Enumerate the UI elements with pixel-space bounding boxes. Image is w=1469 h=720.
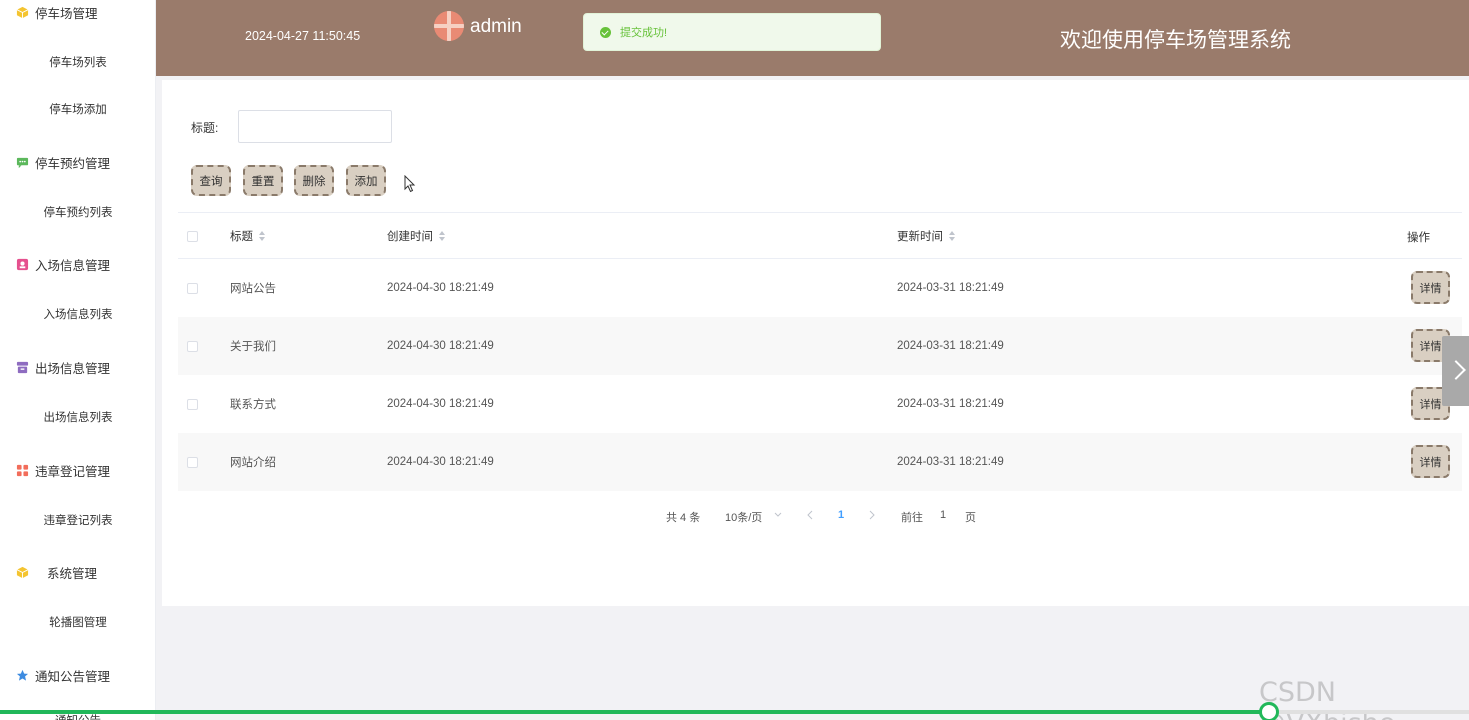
cell-title: 网站介绍 bbox=[230, 457, 276, 469]
table-row: 网站介绍 2024-04-30 18:21:49 2024-03-31 18:2… bbox=[178, 433, 1462, 491]
row-checkbox[interactable] bbox=[187, 341, 198, 352]
cell-updated: 2024-03-31 18:21:49 bbox=[897, 456, 1004, 468]
menu-group-parking[interactable]: 停车场管理 bbox=[0, 0, 155, 24]
sort-icon[interactable] bbox=[259, 230, 266, 242]
star-icon bbox=[16, 669, 29, 681]
sidebar-item-parking-add[interactable]: 停车场添加 bbox=[0, 101, 155, 117]
page-size-select[interactable]: 10条/页 bbox=[725, 509, 762, 524]
column-header-created[interactable]: 创建时间 bbox=[387, 228, 446, 244]
badge-icon bbox=[16, 258, 29, 270]
sort-icon[interactable] bbox=[949, 230, 956, 242]
sort-icon[interactable] bbox=[439, 230, 446, 242]
page-number-current[interactable]: 1 bbox=[838, 509, 844, 523]
progress-knob[interactable] bbox=[1259, 702, 1280, 720]
cell-created: 2024-04-30 18:21:49 bbox=[387, 398, 494, 410]
add-button[interactable]: 添加 bbox=[346, 165, 386, 196]
goto-page-input[interactable]: 1 bbox=[940, 509, 946, 523]
menu-group-label: 停车预约管理 bbox=[35, 156, 111, 171]
page-title: 欢迎使用停车场管理系统 bbox=[1060, 29, 1291, 52]
goto-unit: 页 bbox=[965, 512, 976, 524]
menu-group-label: 停车场管理 bbox=[35, 6, 98, 21]
cell-title: 关于我们 bbox=[230, 341, 276, 353]
column-header-title[interactable]: 标题 bbox=[230, 228, 266, 244]
cell-created: 2024-04-30 18:21:49 bbox=[387, 456, 494, 468]
sidebar: 停车场管理 停车场列表 停车场添加 停车预约管理 停车预约列表 入场信息管理 入… bbox=[0, 0, 156, 720]
cell-title: 联系方式 bbox=[230, 399, 276, 411]
video-progress-bar[interactable] bbox=[0, 702, 1469, 720]
notice-table: 标题 创建时间 更新时间 操作 网站公告 2024-04-30 18:21:49… bbox=[178, 212, 1462, 491]
chat-icon bbox=[16, 157, 29, 168]
mouse-cursor-icon bbox=[404, 175, 416, 193]
row-checkbox[interactable] bbox=[187, 399, 198, 410]
delete-button[interactable]: 删除 bbox=[294, 165, 334, 196]
success-toast: 提交成功! bbox=[583, 13, 881, 51]
sidebar-item-carousel[interactable]: 轮播图管理 bbox=[0, 614, 155, 630]
sidebar-item-violation-list[interactable]: 违章登记列表 bbox=[0, 512, 155, 528]
column-header-actions: 操作 bbox=[1407, 231, 1430, 244]
cell-title: 网站公告 bbox=[230, 283, 276, 295]
cube-icon bbox=[16, 6, 29, 18]
table-row: 关于我们 2024-04-30 18:21:49 2024-03-31 18:2… bbox=[178, 317, 1462, 375]
table-header: 标题 创建时间 更新时间 操作 bbox=[178, 213, 1462, 259]
chevron-down-icon[interactable] bbox=[774, 512, 782, 518]
menu-group-label: 违章登记管理 bbox=[35, 464, 111, 479]
menu-group-label: 出场信息管理 bbox=[35, 361, 111, 376]
detail-button[interactable]: 详情 bbox=[1411, 445, 1450, 478]
table-row: 联系方式 2024-04-30 18:21:49 2024-03-31 18:2… bbox=[178, 375, 1462, 433]
row-checkbox[interactable] bbox=[187, 457, 198, 468]
menu-group-exit[interactable]: 出场信息管理 bbox=[0, 355, 155, 379]
select-all-checkbox[interactable] bbox=[187, 230, 198, 242]
cube-icon bbox=[16, 566, 29, 578]
menu-group-entry[interactable]: 入场信息管理 bbox=[0, 252, 155, 276]
sidebar-item-parking-list[interactable]: 停车场列表 bbox=[0, 54, 155, 70]
cell-created: 2024-04-30 18:21:49 bbox=[387, 282, 494, 294]
toast-message: 提交成功! bbox=[620, 27, 668, 39]
archive-icon bbox=[16, 361, 29, 373]
table-row: 网站公告 2024-04-30 18:21:49 2024-03-31 18:2… bbox=[178, 259, 1462, 317]
menu-group-label: 入场信息管理 bbox=[35, 258, 111, 273]
title-search-input[interactable] bbox=[238, 110, 392, 143]
grid-icon bbox=[16, 464, 29, 476]
goto-label: 前往 bbox=[901, 512, 923, 524]
cell-updated: 2024-03-31 18:21:49 bbox=[897, 398, 1004, 410]
sidebar-item-entry-list[interactable]: 入场信息列表 bbox=[0, 306, 155, 322]
prev-page-icon[interactable] bbox=[807, 510, 813, 520]
pagination-total: 共 4 条 bbox=[666, 512, 701, 524]
cell-updated: 2024-03-31 18:21:49 bbox=[897, 282, 1004, 294]
cell-updated: 2024-03-31 18:21:49 bbox=[897, 340, 1004, 352]
check-circle-icon bbox=[600, 26, 611, 38]
menu-group-system[interactable]: 系统管理 bbox=[0, 560, 155, 584]
menu-group-violation[interactable]: 违章登记管理 bbox=[0, 458, 155, 482]
sidebar-item-reservation-list[interactable]: 停车预约列表 bbox=[0, 204, 155, 220]
row-checkbox[interactable] bbox=[187, 283, 198, 294]
menu-group-notice[interactable]: 通知公告管理 bbox=[0, 663, 155, 687]
chevron-right-icon[interactable] bbox=[1442, 336, 1469, 406]
column-header-updated[interactable]: 更新时间 bbox=[897, 228, 956, 244]
avatar[interactable] bbox=[434, 11, 464, 41]
header-username[interactable]: admin bbox=[470, 16, 522, 38]
header-datetime: 2024-04-27 11:50:45 bbox=[245, 29, 361, 43]
menu-group-label: 系统管理 bbox=[47, 566, 98, 581]
detail-button[interactable]: 详情 bbox=[1411, 271, 1450, 304]
reset-button[interactable]: 重置 bbox=[243, 165, 283, 196]
next-page-icon[interactable] bbox=[869, 510, 875, 520]
menu-group-label: 通知公告管理 bbox=[35, 669, 111, 684]
menu-group-reservation[interactable]: 停车预约管理 bbox=[0, 150, 155, 174]
query-button[interactable]: 查询 bbox=[191, 165, 231, 196]
cell-created: 2024-04-30 18:21:49 bbox=[387, 340, 494, 352]
search-label: 标题: bbox=[191, 121, 219, 135]
sidebar-item-exit-list[interactable]: 出场信息列表 bbox=[0, 409, 155, 425]
progress-fill bbox=[0, 710, 1270, 714]
